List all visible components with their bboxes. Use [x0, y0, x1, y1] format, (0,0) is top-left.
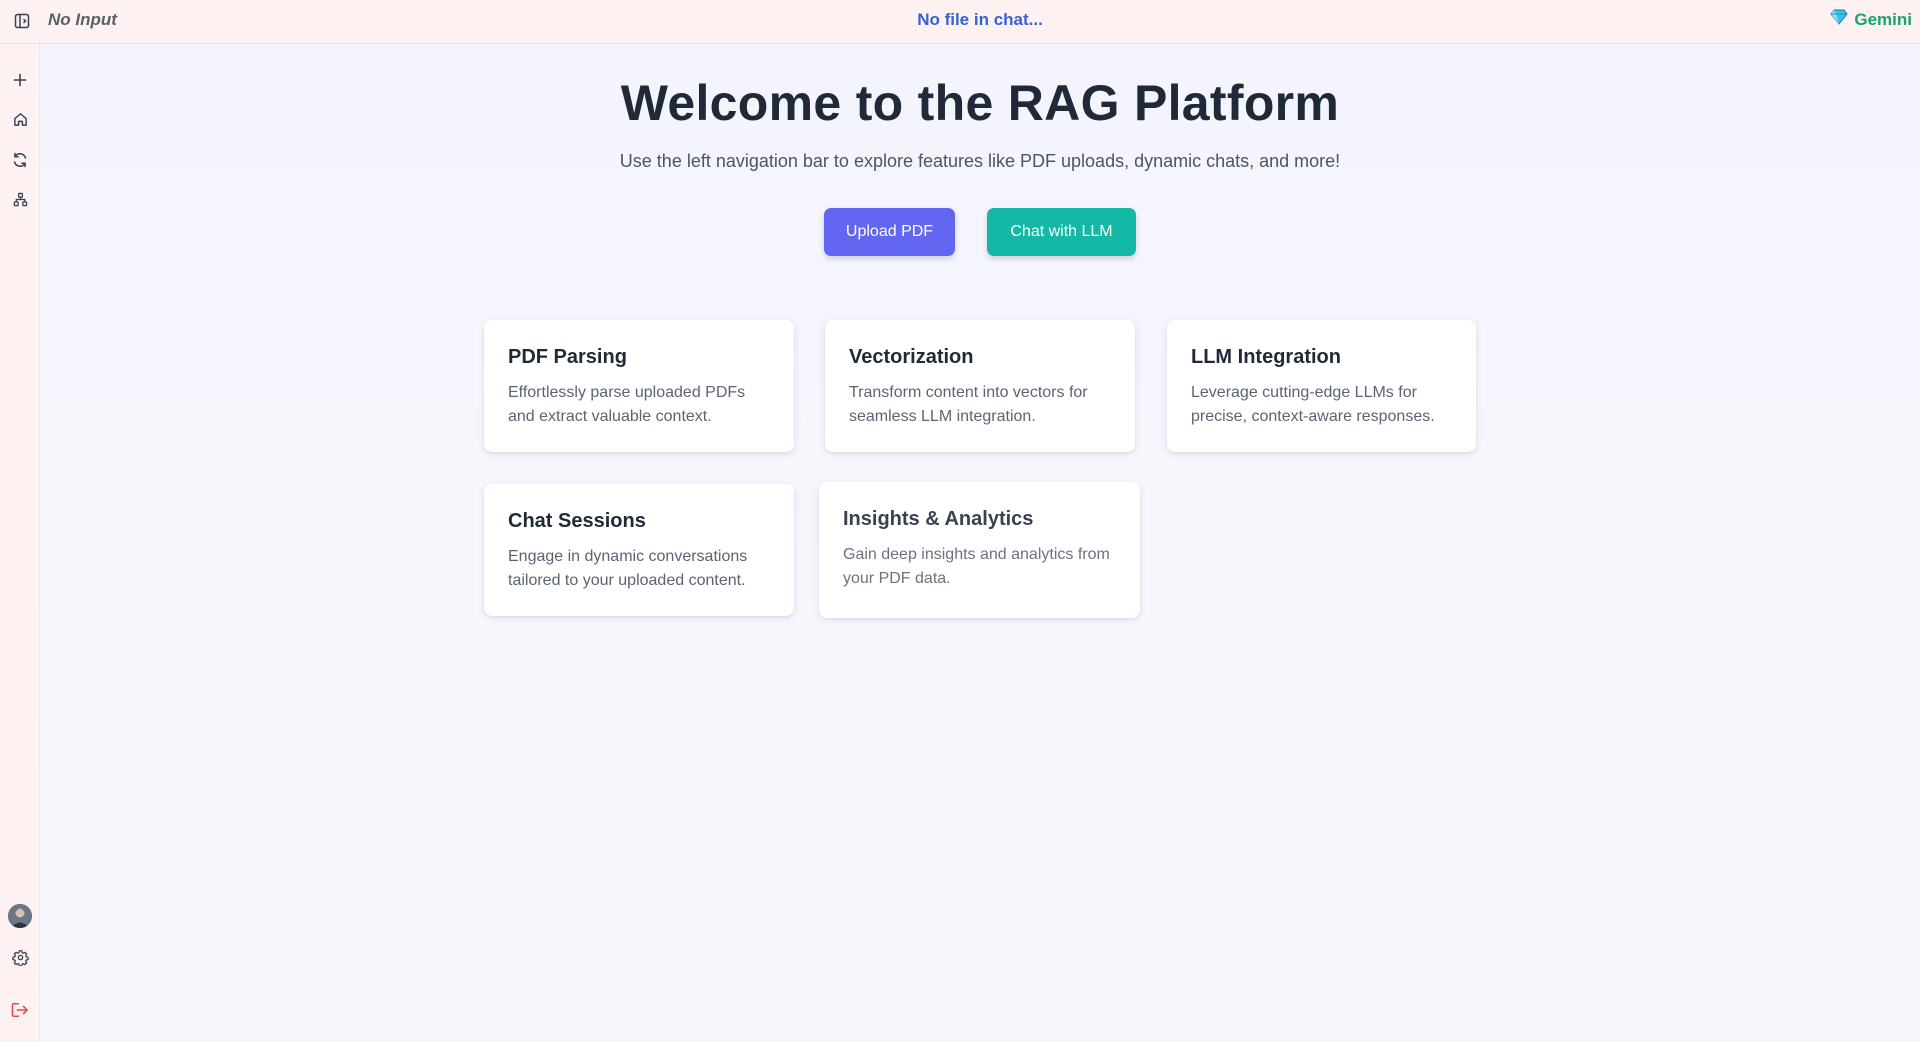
feature-card-llm-integration: LLM Integration Leverage cutting-edge LL…: [1167, 320, 1476, 452]
main-content: Welcome to the RAG Platform Use the left…: [40, 44, 1920, 1042]
avatar[interactable]: [8, 904, 32, 928]
gear-icon: [11, 949, 29, 971]
chat-with-llm-button[interactable]: Chat with LLM: [987, 208, 1136, 256]
upload-pdf-button[interactable]: Upload PDF: [824, 208, 955, 256]
refresh-icon: [12, 152, 28, 173]
card-description: Gain deep insights and analytics from yo…: [843, 546, 1110, 587]
plus-icon: [13, 73, 27, 92]
card-title: LLM Integration: [1191, 346, 1341, 368]
feature-card-chat-sessions: Chat Sessions Engage in dynamic conversa…: [484, 484, 794, 616]
top-bar: No Input No file in chat... Gemini: [0, 0, 1920, 44]
card-description: Transform content into vectors for seaml…: [849, 384, 1088, 425]
gem-icon: [1830, 9, 1849, 30]
model-selector[interactable]: Gemini: [1830, 9, 1912, 30]
new-chat-button[interactable]: [8, 70, 32, 94]
feature-card-pdf-parsing: PDF Parsing Effortlessly parse uploaded …: [484, 320, 794, 452]
card-title: Insights & Analytics: [843, 508, 1034, 530]
card-title: PDF Parsing: [508, 346, 627, 368]
card-description: Effortlessly parse uploaded PDFs and ext…: [508, 384, 746, 425]
feature-card-vectorization: Vectorization Transform content into vec…: [825, 320, 1135, 452]
card-title: Vectorization: [849, 346, 974, 368]
model-label: Gemini: [1854, 9, 1912, 29]
card-title: Chat Sessions: [508, 510, 646, 532]
settings-button[interactable]: [8, 948, 32, 972]
page-subtitle: Use the left navigation bar to explore f…: [619, 151, 1341, 171]
feature-card-insights-analytics: Insights & Analytics Gain deep insights …: [819, 482, 1140, 618]
network-button[interactable]: [8, 190, 32, 214]
card-description: Leverage cutting-edge LLMs for precise, …: [1191, 384, 1435, 425]
logout-icon: [11, 1002, 29, 1023]
refresh-button[interactable]: [8, 150, 32, 174]
home-button[interactable]: [8, 110, 32, 134]
file-status: No file in chat...: [917, 10, 1043, 29]
card-description: Engage in dynamic conversations tailored…: [508, 548, 748, 589]
network-icon: [13, 192, 28, 212]
home-icon: [13, 112, 28, 132]
page-title: Welcome to the RAG Platform: [620, 75, 1340, 131]
sidebar: [0, 44, 40, 1042]
logout-button[interactable]: [8, 1000, 32, 1024]
